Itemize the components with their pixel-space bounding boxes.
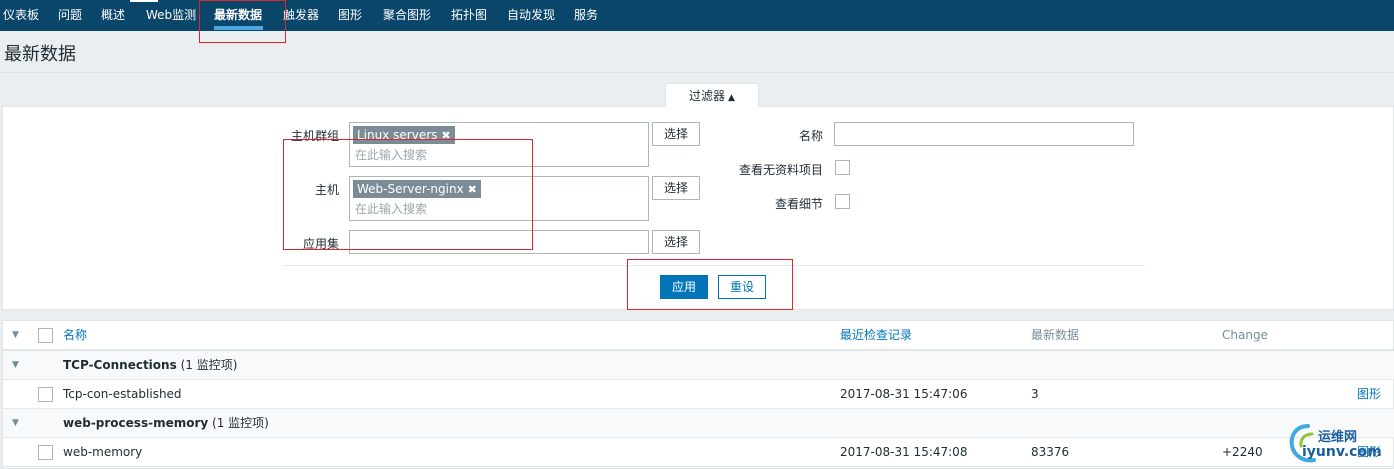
application-input[interactable] — [349, 230, 649, 254]
item-change: +2240 — [1222, 445, 1263, 459]
select-all-checkbox[interactable] — [38, 328, 53, 343]
apply-button[interactable]: 应用 — [660, 275, 708, 299]
nav-item-graphs[interactable]: 图形 — [338, 0, 362, 31]
latest-data-table: ▼ 名称 最近检查记录 最新数据 Change ▼ TCP-Connection… — [2, 320, 1394, 469]
nav-item-maps[interactable]: 拓扑图 — [451, 0, 487, 31]
host-groups-select-button[interactable]: 选择 — [652, 122, 700, 146]
nav-item-problems[interactable]: 问题 — [58, 0, 82, 31]
watermark-line2: iyunv.com — [1302, 444, 1382, 460]
item-last-check: 2017-08-31 15:47:08 — [840, 445, 968, 459]
show-details-label: 查看细节 — [774, 197, 823, 211]
watermark-logo: 运维网 iyunv.com — [1286, 420, 1394, 469]
remove-chip-icon[interactable]: ✖ — [441, 129, 450, 142]
header-divider — [0, 72, 1394, 73]
column-header-change: Change — [1222, 328, 1268, 342]
nav-item-services[interactable]: 服务 — [574, 0, 598, 31]
row-checkbox[interactable] — [38, 445, 53, 460]
row-checkbox[interactable] — [38, 387, 53, 402]
application-label: 应用集 — [302, 237, 339, 251]
collapse-arrow-icon: ▲ — [728, 93, 735, 103]
host-group-chip-label: Linux servers — [357, 128, 438, 142]
column-header-last-check[interactable]: 最近检查记录 — [840, 321, 912, 350]
nav-item-web-monitoring[interactable]: Web监测 — [146, 0, 196, 31]
filter-tab[interactable]: 过滤器 ▲ — [665, 83, 759, 107]
nav-item-screens[interactable]: 聚合图形 — [383, 0, 431, 31]
item-last-check: 2017-08-31 15:47:06 — [840, 387, 968, 401]
host-groups-search-placeholder[interactable]: 在此输入搜索 — [355, 146, 427, 163]
collapse-group-icon[interactable]: ▼ — [12, 351, 19, 380]
table-group-row: ▼ TCP-Connections (1 监控项) — [3, 351, 1394, 380]
group-count: (1 监控项) — [180, 358, 238, 372]
page-title: 最新数据 — [4, 44, 76, 65]
filter-divider — [283, 265, 1145, 266]
nav-item-dashboard[interactable]: 仪表板 — [3, 0, 39, 31]
host-group-chip: Linux servers ✖ — [353, 126, 455, 144]
graph-link[interactable]: 图形 — [1357, 380, 1381, 409]
collapse-group-icon[interactable]: ▼ — [12, 409, 19, 438]
filter-tab-label: 过滤器 — [689, 89, 726, 103]
hosts-search-placeholder[interactable]: 在此输入搜索 — [355, 200, 427, 217]
item-name: web-memory — [63, 445, 143, 459]
table-row: web-memory 2017-08-31 15:47:08 83376 +22… — [3, 438, 1394, 467]
name-label: 名称 — [798, 129, 823, 143]
item-last-value: 3 — [1031, 387, 1039, 401]
column-header-name[interactable]: 名称 — [63, 321, 87, 350]
top-nav: 仪表板 问题 概述 Web监测 最新数据 触发器 图形 聚合图形 拓扑图 自动发… — [0, 0, 1394, 31]
host-chip-label: Web-Server-nginx — [357, 182, 464, 196]
host-groups-multiselect[interactable]: Linux servers ✖ 在此输入搜索 — [349, 122, 649, 167]
hosts-multiselect[interactable]: Web-Server-nginx ✖ 在此输入搜索 — [349, 176, 649, 221]
nav-item-triggers[interactable]: 触发器 — [283, 0, 319, 31]
name-input[interactable] — [834, 122, 1134, 146]
watermark-line1: 运维网 — [1318, 430, 1358, 445]
group-title: TCP-Connections (1 监控项) — [63, 351, 237, 380]
nav-item-discovery[interactable]: 自动发现 — [507, 0, 555, 31]
group-count: (1 监控项) — [212, 416, 269, 430]
group-name: web-process-memory — [63, 416, 209, 430]
table-row: Tcp-con-established 2017-08-31 15:47:06 … — [3, 380, 1394, 409]
host-groups-label: 主机群组 — [290, 129, 339, 143]
hosts-label: 主机 — [314, 183, 339, 197]
reset-button[interactable]: 重设 — [718, 275, 766, 299]
group-name: TCP-Connections — [63, 358, 177, 372]
show-details-checkbox[interactable] — [835, 194, 850, 209]
item-last-value: 83376 — [1031, 445, 1070, 459]
nav-item-overview[interactable]: 概述 — [101, 0, 125, 31]
column-header-last-value: 最新数据 — [1031, 328, 1080, 342]
host-chip: Web-Server-nginx ✖ — [353, 180, 481, 198]
table-group-row: ▼ web-process-memory (1 监控项) — [3, 409, 1394, 438]
collapse-all-icon[interactable]: ▼ — [12, 321, 19, 350]
remove-chip-icon[interactable]: ✖ — [468, 183, 477, 196]
hosts-select-button[interactable]: 选择 — [652, 176, 700, 200]
show-without-data-checkbox[interactable] — [835, 160, 850, 175]
table-header-row: ▼ 名称 最近检查记录 最新数据 Change — [3, 321, 1394, 351]
item-name: Tcp-con-established — [63, 387, 182, 401]
nav-active-indicator — [214, 26, 263, 30]
application-select-button[interactable]: 选择 — [652, 230, 700, 254]
show-without-data-label: 查看无资料项目 — [738, 163, 823, 177]
group-title: web-process-memory (1 监控项) — [63, 409, 269, 438]
filter-panel: 主机群组 Linux servers ✖ 在此输入搜索 选择 主机 Web-Ser… — [2, 106, 1394, 310]
